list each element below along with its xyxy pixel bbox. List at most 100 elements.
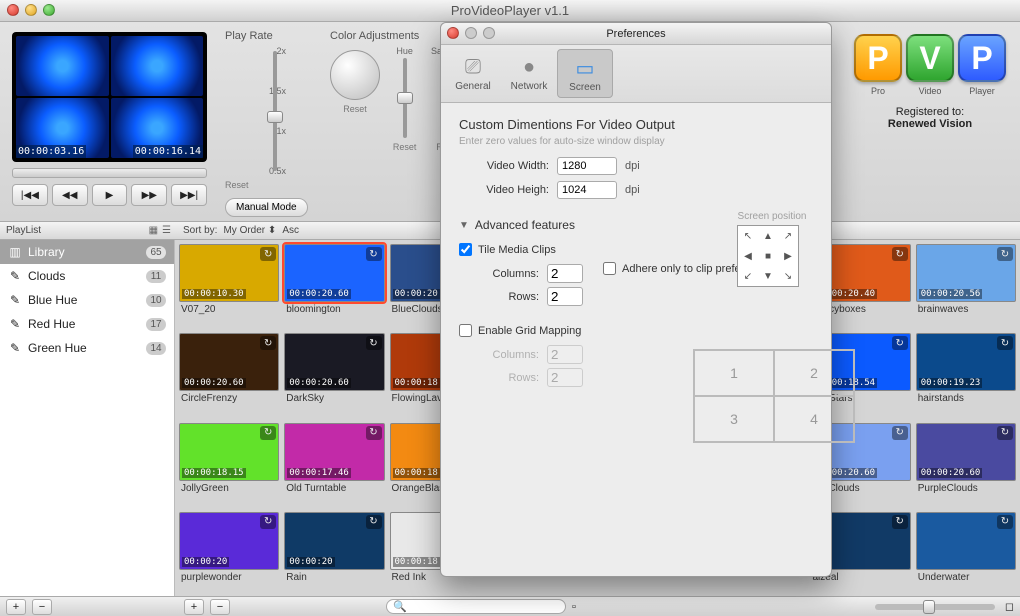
disclosure-triangle-icon: ▼ [459, 220, 469, 231]
play-rate-slider[interactable] [265, 51, 285, 171]
loop-icon[interactable]: ↻ [997, 247, 1013, 261]
thumbnail[interactable]: ↻ 00:00:20.60 CircleFrenzy [179, 333, 279, 417]
thumb-label: Underwater [916, 570, 1016, 587]
sidebar-item[interactable]: ✎Green Hue14 [0, 336, 174, 360]
loop-icon[interactable]: ↻ [366, 426, 382, 440]
sidebar-item-label: Green Hue [28, 341, 87, 355]
tile-columns-input[interactable] [547, 264, 583, 283]
thumb-timecode: 00:00:18.15 [182, 468, 246, 478]
timecode-right: 00:00:16.14 [133, 145, 203, 158]
sidebar-item-count: 10 [146, 294, 166, 307]
loop-icon[interactable]: ↻ [260, 247, 276, 261]
prefs-traffic-lights[interactable] [447, 27, 495, 39]
progress-bar[interactable] [12, 168, 207, 178]
play-button[interactable]: ▶ [92, 184, 128, 206]
loop-icon[interactable]: ↻ [892, 515, 908, 529]
playlist-icon: ✎ [8, 317, 22, 331]
sidebar-item-label: Library [28, 245, 65, 259]
app-logo: P V P [854, 34, 1006, 82]
view-list-icon[interactable]: ☰ [162, 225, 171, 236]
rewind-button[interactable]: ◀◀ [52, 184, 88, 206]
window-traffic-lights[interactable] [7, 4, 55, 16]
loop-icon[interactable]: ↻ [892, 426, 908, 440]
loop-icon[interactable]: ↻ [366, 247, 382, 261]
sidebar-item-label: Red Hue [28, 317, 75, 331]
preview-monitor[interactable]: 00:00:03.16 00:00:16.14 [12, 32, 207, 162]
minimize-icon[interactable] [25, 4, 37, 16]
manual-mode-button[interactable]: Manual Mode [225, 198, 308, 217]
thumbnail[interactable]: ↻ 00:00:10.30 V07_20 [179, 244, 279, 328]
skip-start-button[interactable]: |◀◀ [12, 184, 48, 206]
thumbnail[interactable]: ↻ 00:00:20 Rain [284, 512, 384, 596]
add-playlist-button[interactable]: + [6, 599, 26, 615]
loop-icon[interactable]: ↻ [997, 515, 1013, 529]
prefs-titlebar: Preferences [441, 23, 831, 45]
search-input[interactable]: 🔍 [386, 599, 566, 614]
thumbnail[interactable]: ↻ Underwater [916, 512, 1016, 596]
remove-clip-button[interactable]: − [210, 599, 230, 615]
thumbnail[interactable]: ↻ 00:00:20.56 brainwaves [916, 244, 1016, 328]
transport-controls: |◀◀ ◀◀ ▶ ▶▶ ▶▶| [12, 184, 207, 206]
skip-end-button[interactable]: ▶▶| [171, 184, 207, 206]
sidebar-item[interactable]: ✎Clouds11 [0, 264, 174, 288]
thumbnail[interactable]: ↻ 00:00:18.15 JollyGreen [179, 423, 279, 507]
loop-icon[interactable]: ↻ [892, 247, 908, 261]
sidebar-item[interactable]: ▥Library65 [0, 240, 174, 264]
hue-slider[interactable] [397, 58, 413, 138]
library-icon: ▥ [8, 245, 22, 259]
thumbnail[interactable]: ↻ 00:00:20 purplewonder [179, 512, 279, 596]
zoom-slider[interactable] [875, 604, 995, 610]
play-rate-reset[interactable]: Reset [225, 180, 310, 190]
sidebar-item-label: Clouds [28, 269, 65, 283]
thumb-label: JollyGreen [179, 481, 279, 498]
bottom-bar: + − + − 🔍 ▫ ◻ [0, 596, 1020, 616]
sort-label: Sort by: [183, 225, 217, 236]
video-height-input[interactable] [557, 181, 617, 199]
loop-icon[interactable]: ↻ [260, 336, 276, 350]
screen-position-control[interactable]: Screen position ↖▲↗ ◀■▶ ↙▼↘ [737, 211, 807, 287]
tile-rows-input[interactable] [547, 287, 583, 306]
loop-icon[interactable]: ↻ [260, 515, 276, 529]
sidebar-item[interactable]: ✎Blue Hue10 [0, 288, 174, 312]
thumbnail[interactable]: ↻ 00:00:20.60 DarkSky [284, 333, 384, 417]
play-rate-title: Play Rate [225, 30, 310, 42]
tab-screen[interactable]: ▭Screen [557, 49, 613, 98]
thumbnail[interactable]: ↻ 00:00:17.46 Old Turntable [284, 423, 384, 507]
view-grid-icon[interactable]: ▦ [149, 225, 158, 236]
minimize-icon [465, 27, 477, 39]
ffwd-button[interactable]: ▶▶ [131, 184, 167, 206]
thumb-timecode: 00:00:20.60 [287, 289, 351, 299]
thumb-label: purplewonder [179, 570, 279, 587]
sort-dropdown[interactable]: My Order ⬍ [223, 225, 276, 236]
hue-dial[interactable] [330, 50, 380, 100]
thumbnail[interactable]: ↻ 00:00:20.60 PurpleClouds [916, 423, 1016, 507]
zoom-icon[interactable] [43, 4, 55, 16]
loop-icon[interactable]: ↻ [892, 336, 908, 350]
remove-playlist-button[interactable]: − [32, 599, 52, 615]
loop-icon[interactable]: ↻ [997, 426, 1013, 440]
playlist-icon: ✎ [8, 293, 22, 307]
sidebar-item-count: 14 [146, 342, 166, 355]
sidebar-item[interactable]: ✎ Red Hue 17 [0, 312, 174, 336]
thumb-timecode: 00:00:20.60 [182, 378, 246, 388]
close-icon[interactable] [447, 27, 459, 39]
thumbnail[interactable]: ↻ 00:00:20.60 bloomington [284, 244, 384, 328]
sort-direction[interactable]: Asc [282, 225, 299, 236]
tab-network[interactable]: ●Network [501, 49, 557, 98]
thumbnail[interactable]: ↻ 00:00:19.23 hairstands [916, 333, 1016, 417]
tab-general[interactable]: ⎚General [445, 49, 501, 98]
grid-mapping-checkbox[interactable]: Enable Grid Mapping [459, 324, 813, 337]
add-clip-button[interactable]: + [184, 599, 204, 615]
close-icon[interactable] [7, 4, 19, 16]
thumb-label: V07_20 [179, 302, 279, 319]
loop-icon[interactable]: ↻ [997, 336, 1013, 350]
loop-icon[interactable]: ↻ [366, 336, 382, 350]
sidebar-item-count: 11 [146, 270, 166, 283]
loop-icon[interactable]: ↻ [260, 426, 276, 440]
zoom-large-icon: ◻ [1005, 600, 1014, 613]
loop-icon[interactable]: ↻ [366, 515, 382, 529]
window-title: ProVideoPlayer v1.1 [451, 3, 569, 18]
thumb-label: CircleFrenzy [179, 391, 279, 408]
sidebar-item-count: 17 [146, 318, 166, 331]
video-width-input[interactable] [557, 157, 617, 175]
